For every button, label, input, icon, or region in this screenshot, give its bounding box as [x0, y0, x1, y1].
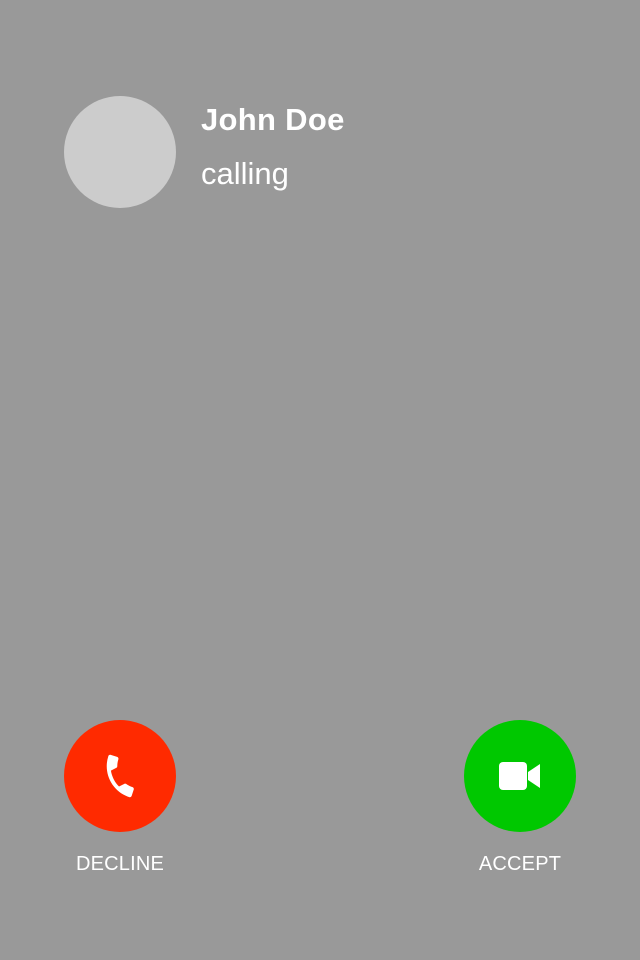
decline-label: DECLINE: [75, 853, 165, 875]
caller-name: John Doe: [201, 102, 345, 137]
accept-action: ACCEPT: [464, 720, 576, 875]
accept-label: ACCEPT: [478, 853, 562, 875]
decline-button[interactable]: [64, 720, 176, 832]
avatar: [64, 96, 176, 208]
video-camera-icon: [499, 762, 540, 790]
incoming-call-screen: John Doe calling DECLINE ACCEPT: [0, 0, 640, 960]
decline-action: DECLINE: [64, 720, 176, 875]
accept-button[interactable]: [464, 720, 576, 832]
call-status: calling: [201, 156, 289, 191]
phone-hangup-icon: [106, 754, 134, 798]
